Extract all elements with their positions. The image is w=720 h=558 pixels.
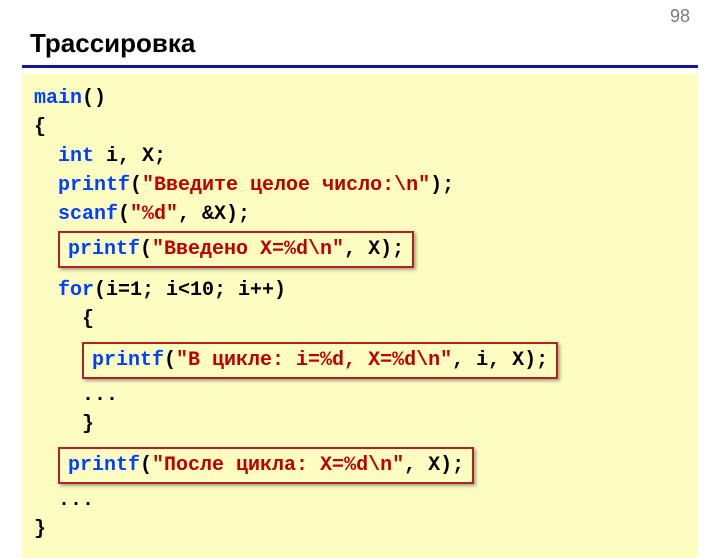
string-literal: "После цикла: X=%d\n" <box>152 454 404 477</box>
code-line: int i, X; <box>34 142 686 171</box>
code-line: scanf("%d", &X); <box>34 200 686 229</box>
code-text: ( <box>118 203 130 226</box>
string-literal: "Введите целое число:\n" <box>142 174 430 197</box>
keyword-int: int <box>58 145 94 168</box>
code-line: ... <box>34 381 686 410</box>
code-line: ... <box>34 486 686 515</box>
code-line: for(i=1; i<10; i++) <box>34 276 686 305</box>
slide-title: Трассировка <box>0 0 720 65</box>
page-number: 98 <box>670 6 690 27</box>
code-text: ( <box>130 174 142 197</box>
keyword-printf: printf <box>58 174 130 197</box>
code-line: printf("Введено X=%d\n", X); <box>34 229 686 270</box>
code-text: (i=1; i<10; i++) <box>94 279 286 302</box>
code-line: { <box>34 305 686 334</box>
code-line: { <box>34 113 686 142</box>
code-text: ( <box>140 454 152 477</box>
keyword-main: main <box>34 87 82 110</box>
code-block: main() { int i, X; printf("Введите целое… <box>22 74 698 558</box>
string-literal: "%d" <box>130 203 178 226</box>
highlight-box-3: printf("После цикла: X=%d\n", X); <box>58 447 474 484</box>
highlight-box-2: printf("В цикле: i=%d, X=%d\n", i, X); <box>82 342 558 379</box>
code-line: printf("После цикла: X=%d\n", X); <box>34 445 686 486</box>
keyword-printf: printf <box>68 238 140 261</box>
code-text: , &X); <box>178 203 250 226</box>
code-text: , X); <box>404 454 464 477</box>
code-text: ( <box>140 238 152 261</box>
keyword-scanf: scanf <box>58 203 118 226</box>
string-literal: "В цикле: i=%d, X=%d\n" <box>176 349 452 372</box>
code-text: , X); <box>344 238 404 261</box>
code-text: () <box>82 87 106 110</box>
string-literal: "Введено X=%d\n" <box>152 238 344 261</box>
title-underline <box>22 65 698 68</box>
code-text: i, X; <box>94 145 166 168</box>
keyword-for: for <box>58 279 94 302</box>
code-line: main() <box>34 84 686 113</box>
code-text: ); <box>430 174 454 197</box>
code-line: printf("Введите целое число:\n"); <box>34 171 686 200</box>
code-text: ( <box>164 349 176 372</box>
code-line: printf("В цикле: i=%d, X=%d\n", i, X); <box>34 340 686 381</box>
keyword-printf: printf <box>92 349 164 372</box>
highlight-box-1: printf("Введено X=%d\n", X); <box>58 231 414 268</box>
code-text: , i, X); <box>452 349 548 372</box>
keyword-printf: printf <box>68 454 140 477</box>
code-line: } <box>34 410 686 439</box>
